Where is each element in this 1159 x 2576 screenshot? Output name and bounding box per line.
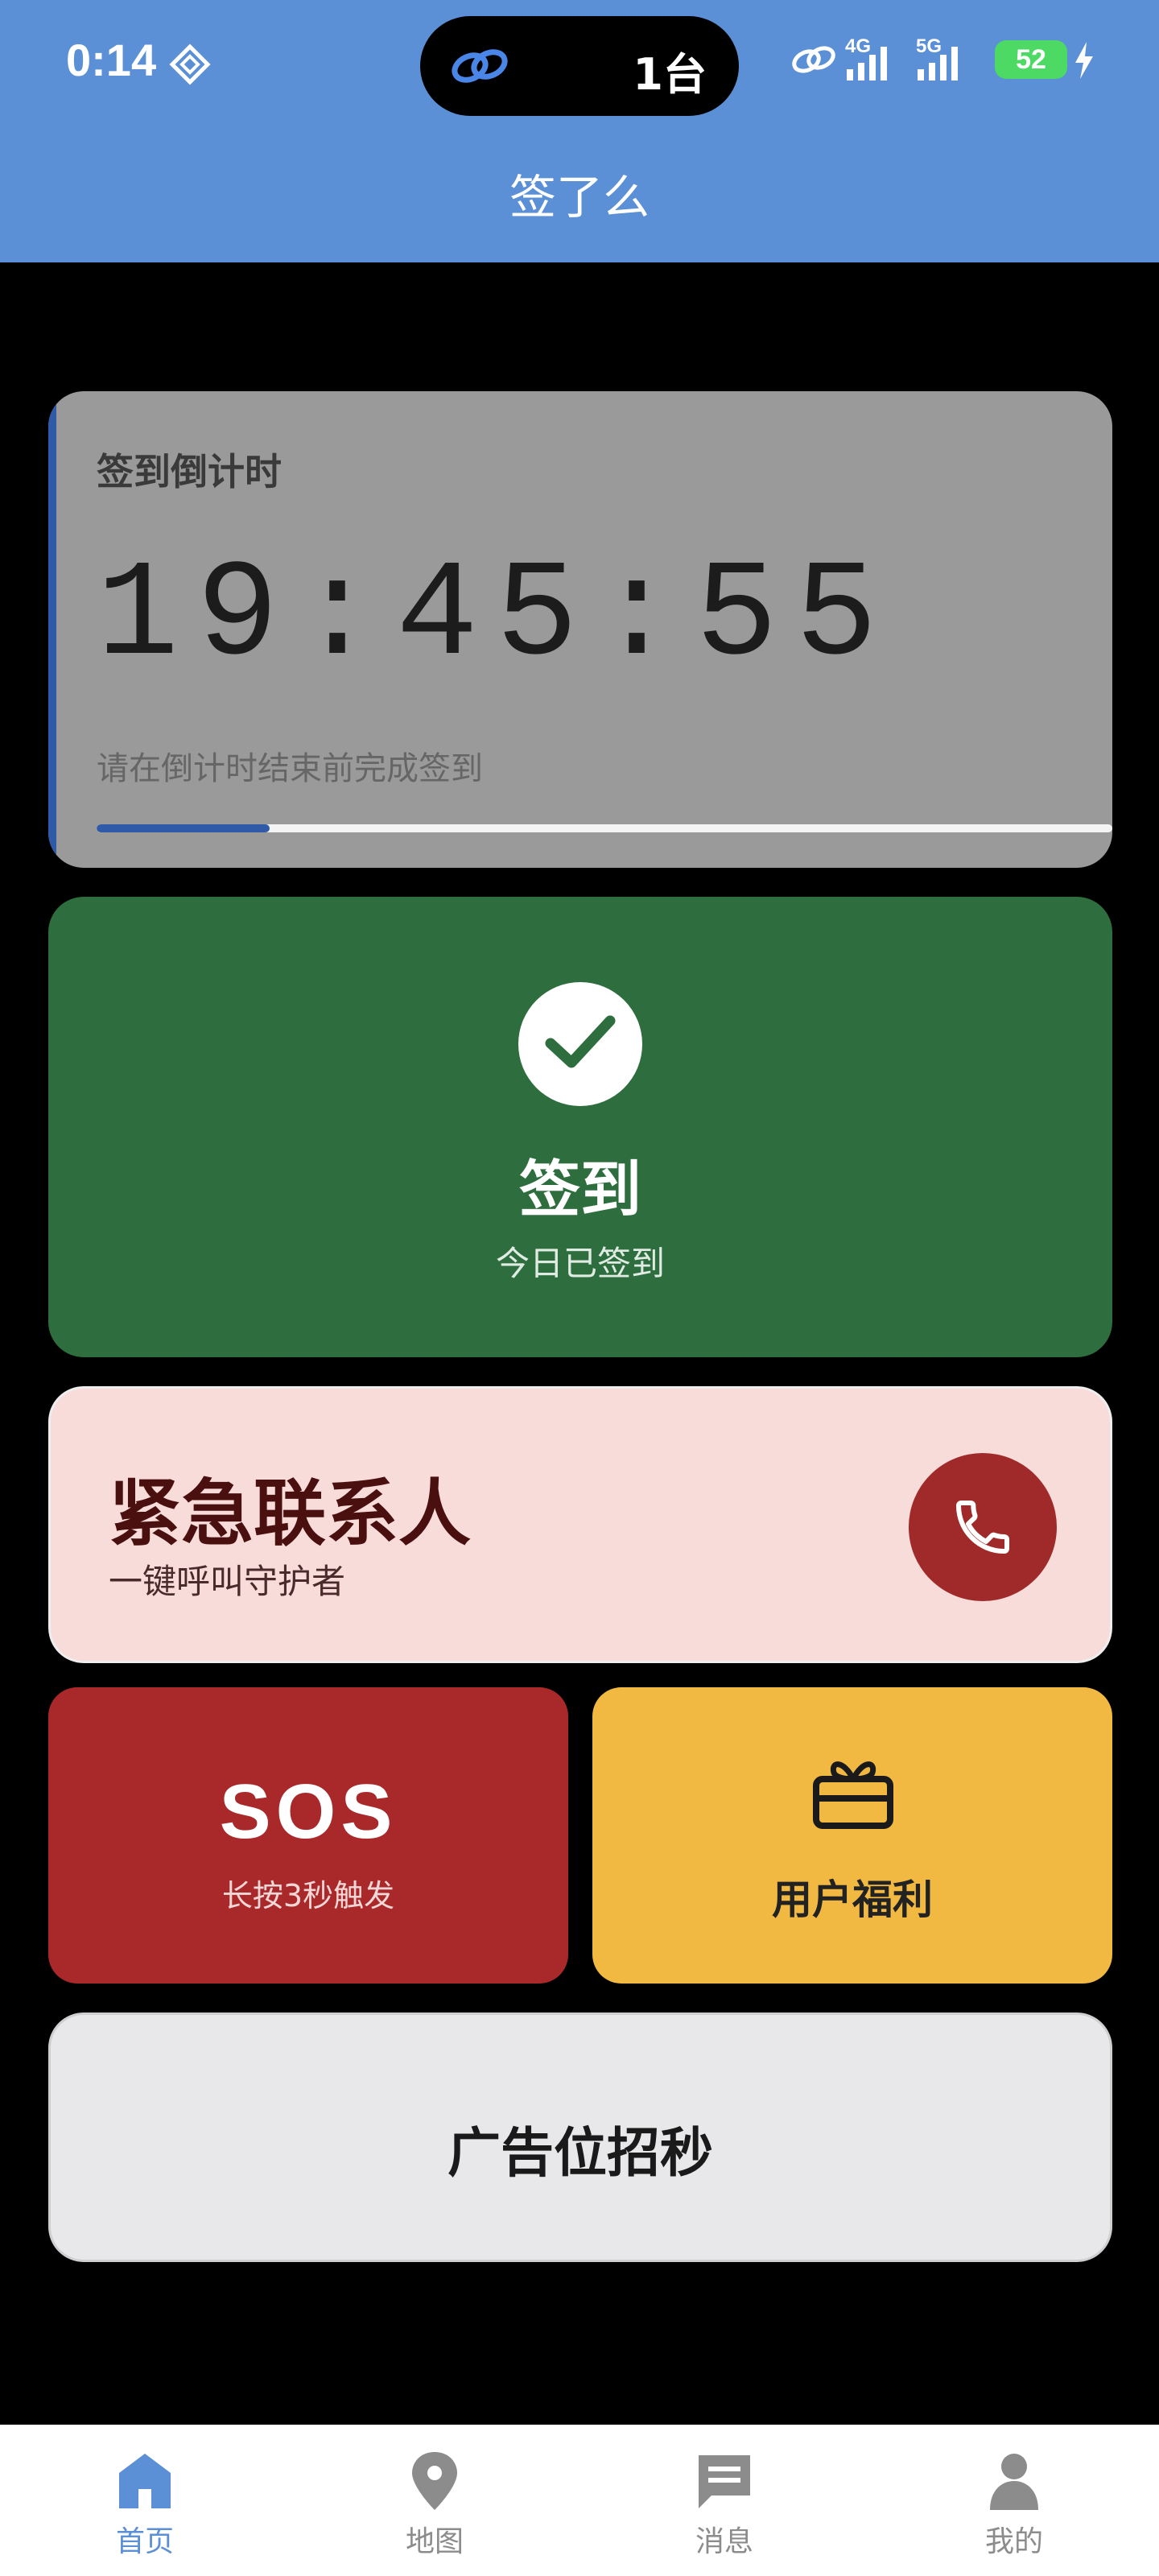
bottom-navigation: 首页 地图 消息 我的 <box>0 2425 1159 2576</box>
checkmark-icon <box>545 1015 616 1068</box>
signal-icon-2 <box>918 47 958 80</box>
status-time: 0:14 <box>66 35 157 85</box>
emergency-contact-title: 紧急联系人 <box>109 1472 471 1556</box>
ad-banner-text: 广告位招秒 <box>448 2122 713 2184</box>
call-button[interactable] <box>909 1453 1057 1601</box>
nav-label-messages: 消息 <box>695 2525 753 2558</box>
user-benefits-title: 用户福利 <box>772 1876 933 1923</box>
charging-icon <box>1075 42 1093 79</box>
countdown-timer: 19:45:55 <box>97 539 896 695</box>
app-title: 签了么 <box>509 170 650 225</box>
checkin-button[interactable]: 签到 今日已签到 <box>48 897 1112 1357</box>
top-bar: 0:14 1台 4G 5G 52 签了么 <box>0 0 1159 262</box>
checkin-status: 今日已签到 <box>495 1244 665 1283</box>
dynamic-island[interactable]: 1台 <box>420 16 739 116</box>
user-benefits-button[interactable]: 用户福利 <box>592 1687 1112 1984</box>
phone-icon <box>956 1501 1009 1554</box>
ad-banner[interactable]: 广告位招秒 <box>48 2013 1112 2262</box>
nav-item-profile[interactable]: 我的 <box>869 2425 1159 2576</box>
battery-indicator: 52 <box>995 40 1067 79</box>
nav-item-home[interactable]: 首页 <box>0 2425 290 2576</box>
signal-icon <box>847 47 887 80</box>
profile-icon <box>990 2454 1038 2510</box>
diamond-status-icon <box>169 43 211 85</box>
sos-title: SOS <box>219 1769 398 1855</box>
app-screen: 0:14 1台 4G 5G 52 签了么 签到倒计时 19:45:55 请在倒计… <box>0 0 1159 2576</box>
countdown-hint: 请在倒计时结束前完成签到 <box>97 750 483 787</box>
countdown-title: 签到倒计时 <box>97 450 282 493</box>
nav-item-map[interactable]: 地图 <box>290 2425 580 2576</box>
checkin-title: 签到 <box>519 1154 641 1225</box>
home-icon <box>119 2454 171 2508</box>
nav-label-home: 首页 <box>115 2525 174 2558</box>
emergency-contact-subtitle: 一键呼叫守护者 <box>109 1562 346 1601</box>
island-text: 1台 <box>633 49 707 100</box>
nav-label-map: 地图 <box>405 2525 464 2558</box>
nav-item-messages[interactable]: 消息 <box>580 2425 869 2576</box>
card-accent-bar <box>48 391 56 868</box>
emergency-contact-card[interactable]: 紧急联系人 一键呼叫守护者 <box>48 1386 1112 1663</box>
countdown-progress-bar <box>97 824 1112 832</box>
link-status-icon <box>792 46 835 73</box>
status-icons: 4G 5G 52 <box>789 34 1111 90</box>
sos-button[interactable]: SOS 长按3秒触发 <box>48 1687 568 1984</box>
countdown-progress-fill <box>97 824 270 832</box>
link-icon <box>452 49 508 83</box>
message-icon <box>699 2455 750 2508</box>
sos-subtitle: 长按3秒触发 <box>221 1878 395 1913</box>
gift-icon <box>813 1761 893 1829</box>
check-circle <box>518 982 642 1106</box>
countdown-card: 签到倒计时 19:45:55 请在倒计时结束前完成签到 <box>48 391 1112 868</box>
nav-label-profile: 我的 <box>984 2525 1043 2558</box>
map-pin-icon <box>412 2452 457 2510</box>
